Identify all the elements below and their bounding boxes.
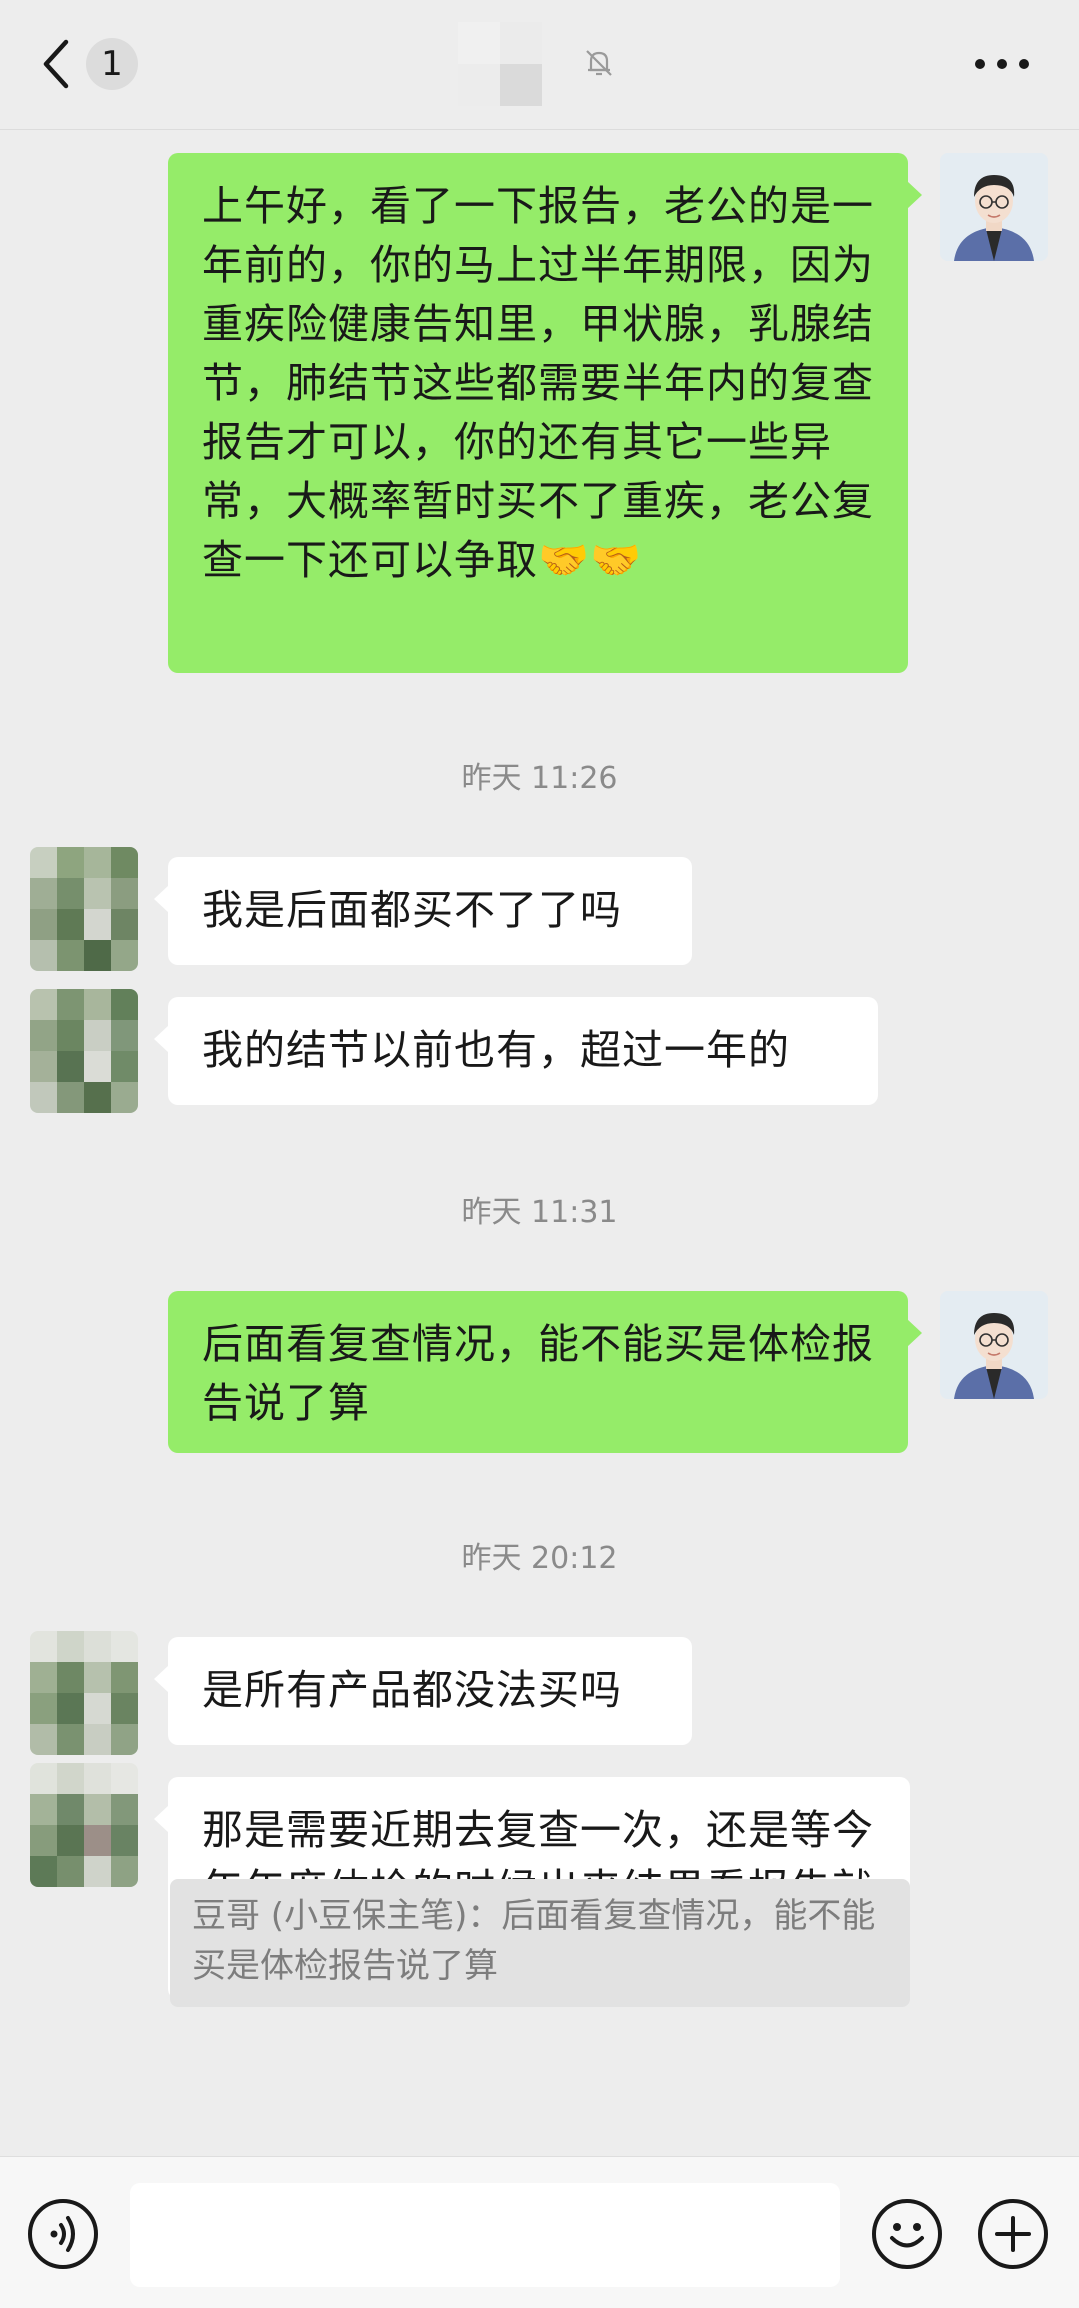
voice-button[interactable] xyxy=(28,2199,98,2269)
back-button[interactable] xyxy=(38,38,74,90)
message-text: 上午好，看了一下报告，老公的是一年前的，你的马上过半年期限，因为重疾险健康告知里… xyxy=(202,182,874,584)
message-text: 后面看复查情况，能不能买是体检报告说了算 xyxy=(202,1320,874,1427)
chevron-left-icon xyxy=(43,39,69,89)
plus-button[interactable] xyxy=(978,2199,1048,2269)
message-text: 我的结节以前也有，超过一年的 xyxy=(202,1026,790,1074)
avatar-self[interactable] xyxy=(940,153,1048,261)
message-text: 是所有产品都没法买吗 xyxy=(202,1666,622,1714)
emoji-button[interactable] xyxy=(872,2199,942,2269)
bell-off-icon xyxy=(586,50,612,76)
more-dots-icon xyxy=(975,59,985,69)
unread-count-badge[interactable]: 1 xyxy=(86,38,138,90)
message-list[interactable]: 上午好，看了一下报告，老公的是一年前的，你的马上过半年期限，因为重疾险健康告知里… xyxy=(0,131,1079,2156)
user-avatar-illustration xyxy=(940,153,1048,261)
message-input[interactable] xyxy=(130,2183,840,2287)
input-bar xyxy=(0,2156,1079,2308)
avatar-self[interactable] xyxy=(940,1291,1048,1399)
message-bubble-other[interactable]: 是所有产品都没法买吗 xyxy=(154,1637,692,1745)
chat-header: 1 xyxy=(0,0,1079,130)
message-bubble-other[interactable]: 我是后面都买不了了吗 xyxy=(154,857,692,965)
more-options-button[interactable] xyxy=(975,52,1029,76)
plus-icon xyxy=(995,2216,1031,2252)
quoted-text: 豆哥 (小豆保主笔)：后面看复查情况，能不能买是体检报告说了算 xyxy=(192,1896,876,1986)
avatar-other-pixelated[interactable] xyxy=(30,1763,138,1887)
timestamp: 昨天 20:12 xyxy=(461,1541,618,1576)
voice-icon xyxy=(50,2216,75,2252)
message-text: 我是后面都买不了了吗 xyxy=(202,886,622,934)
message-bubble-self[interactable]: 后面看复查情况，能不能买是体检报告说了算 xyxy=(168,1291,922,1453)
chat-title-pixelated xyxy=(458,22,542,106)
timestamp: 昨天 11:31 xyxy=(461,1195,618,1230)
quoted-reply[interactable]: 豆哥 (小豆保主笔)：后面看复查情况，能不能买是体检报告说了算 xyxy=(170,1879,910,2007)
avatar-other-pixelated[interactable] xyxy=(30,1631,138,1755)
user-avatar-illustration xyxy=(940,1291,1048,1399)
message-bubble-self[interactable]: 上午好，看了一下报告，老公的是一年前的，你的马上过半年期限，因为重疾险健康告知里… xyxy=(168,153,922,673)
timestamp: 昨天 11:26 xyxy=(461,761,618,796)
avatar-other-pixelated[interactable] xyxy=(30,847,138,971)
avatar-other-pixelated[interactable] xyxy=(30,989,138,1113)
message-bubble-other[interactable]: 我的结节以前也有，超过一年的 xyxy=(154,997,878,1105)
emoji-icon xyxy=(890,2223,924,2248)
